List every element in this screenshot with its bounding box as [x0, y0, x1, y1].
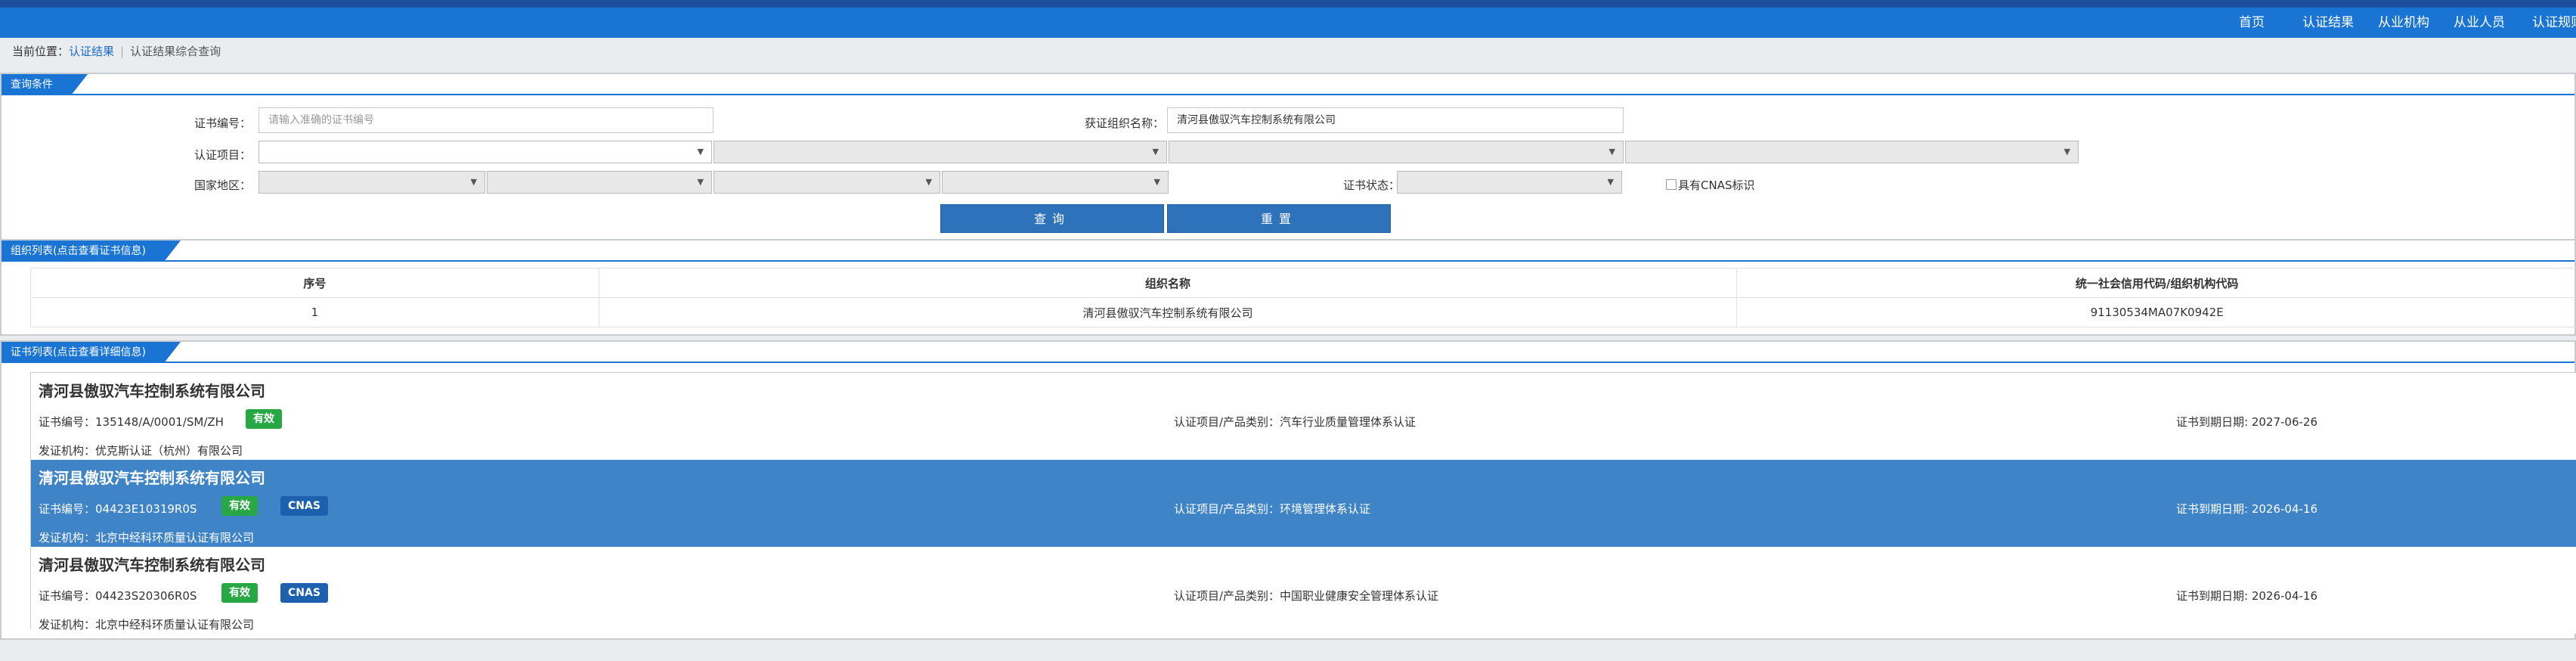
query-tag: 查询条件: [2, 74, 88, 95]
org-table: 序号 组织名称 统一社会信用代码/组织机构代码 1 清河县傲驭汽车控制系统有限公…: [30, 268, 2576, 327]
top-navbar: 首页 认证结果 从业机构 从业人员 认证规则: [0, 8, 2576, 38]
status-label: 证书状态：: [1342, 178, 1400, 192]
nav-cert-rules[interactable]: 认证规则: [2532, 8, 2576, 38]
cert-expiry: 证书到期日期: 2026-04-16: [2176, 502, 2317, 516]
query-button[interactable]: 查询: [940, 204, 1164, 233]
reset-button[interactable]: 重置: [1167, 204, 1391, 233]
breadcrumb-link[interactable]: 认证结果: [69, 45, 114, 58]
cert-org-name: 清河县傲驭汽车控制系统有限公司: [39, 469, 265, 487]
org-table-header: 序号 组织名称 统一社会信用代码/组织机构代码: [30, 268, 2576, 298]
cnas-badge: CNAS: [280, 583, 328, 603]
cnas-badge: CNAS: [280, 496, 328, 516]
cert-list-panel: 证书列表(点击查看详细信息) 清河县傲驭汽车控制系统有限公司 证书编号：1351…: [0, 340, 2576, 640]
region-select-2[interactable]: ▼: [487, 171, 712, 194]
chevron-down-icon: ▼: [697, 177, 704, 187]
chevron-down-icon: ▼: [1608, 147, 1615, 157]
region-label: 国家地区：: [194, 178, 251, 192]
cert-no-label: 证书编号：: [194, 116, 251, 130]
chevron-down-icon: ▼: [2064, 147, 2070, 157]
checkbox-icon: [1666, 179, 1677, 190]
breadcrumb: 当前位置：认证结果 | 认证结果综合查询: [12, 43, 221, 59]
org-list-panel: 组织列表(点击查看证书信息) 序号 组织名称 统一社会信用代码/组织机构代码 1…: [0, 239, 2576, 336]
nav-cert-results[interactable]: 认证结果: [2302, 8, 2354, 38]
cert-item[interactable]: 清河县傲驭汽车控制系统有限公司 证书编号：04423S20306R0S 有效 C…: [31, 547, 2576, 634]
org-list-tag: 组织列表(点击查看证书信息): [2, 241, 181, 262]
chevron-down-icon: ▼: [925, 177, 932, 187]
cert-project: 认证项目/产品类别：中国职业健康安全管理体系认证: [1174, 589, 1439, 603]
region-select-1[interactable]: ▼: [259, 171, 485, 194]
cert-list-tag: 证书列表(点击查看详细信息): [2, 342, 181, 363]
cert-expiry: 证书到期日期: 2027-06-26: [2176, 415, 2317, 429]
top-banner-strip: [0, 0, 2576, 8]
chevron-down-icon: ▼: [470, 177, 477, 187]
breadcrumb-current: 认证结果综合查询: [130, 45, 221, 58]
cert-project: 认证项目/产品类别：环境管理体系认证: [1174, 502, 1371, 516]
table-row[interactable]: 1 清河县傲驭汽车控制系统有限公司 91130534MA07K0942E: [30, 297, 2576, 327]
project-label: 认证项目：: [194, 148, 251, 162]
cert-org-name: 清河县傲驭汽车控制系统有限公司: [39, 382, 265, 400]
nav-home[interactable]: 首页: [2239, 8, 2265, 38]
cert-org-name: 清河县傲驭汽车控制系统有限公司: [39, 556, 265, 574]
org-list-tag-underline: [2, 260, 2574, 262]
cnas-checkbox-label: 具有CNAS标识: [1678, 178, 1755, 192]
row-credit-code: 91130534MA07K0942E: [1736, 297, 2576, 327]
query-tag-underline: [2, 94, 2574, 95]
breadcrumb-separator: |: [120, 45, 125, 58]
cert-number: 证书编号：135148/A/0001/SM/ZH: [39, 415, 224, 429]
cert-list-tag-underline: [2, 362, 2574, 363]
cert-number: 证书编号：04423S20306R0S: [39, 589, 197, 603]
org-name-input[interactable]: 清河县傲驭汽车控制系统有限公司: [1167, 107, 1624, 133]
status-select[interactable]: ▼: [1397, 171, 1622, 194]
cert-issuer: 发证机构：北京中经科环质量认证有限公司: [39, 618, 255, 632]
column-header-index: 序号: [30, 268, 599, 298]
status-badge: 有效: [221, 583, 258, 603]
column-header-credit-code: 统一社会信用代码/组织机构代码: [1736, 268, 2576, 298]
chevron-down-icon: ▼: [1607, 177, 1614, 187]
chevron-down-icon: ▼: [1153, 177, 1160, 187]
cert-project: 认证项目/产品类别：汽车行业质量管理体系认证: [1174, 415, 1416, 429]
status-badge: 有效: [246, 409, 282, 429]
project-select-2[interactable]: ▼: [714, 141, 1167, 163]
row-org-name: 清河县傲驭汽车控制系统有限公司: [598, 297, 1738, 327]
cert-item[interactable]: 清河县傲驭汽车控制系统有限公司 证书编号：135148/A/0001/SM/ZH…: [31, 373, 2576, 460]
cert-issuer: 发证机构：北京中经科环质量认证有限公司: [39, 531, 255, 545]
nav-personnel[interactable]: 从业人员: [2454, 8, 2505, 38]
cert-item[interactable]: 清河县傲驭汽车控制系统有限公司 证书编号：04423E10319R0S 有效 C…: [31, 460, 2576, 547]
cert-list: 清河县傲驭汽车控制系统有限公司 证书编号：135148/A/0001/SM/ZH…: [30, 372, 2576, 634]
cert-expiry: 证书到期日期: 2026-04-16: [2176, 589, 2317, 603]
breadcrumb-prefix: 当前位置：: [12, 45, 70, 58]
row-index: 1: [30, 297, 599, 327]
cert-no-input[interactable]: 请输入准确的证书编号: [259, 107, 714, 133]
column-header-org-name: 组织名称: [598, 268, 1738, 298]
project-select-3[interactable]: ▼: [1169, 141, 1624, 163]
cert-issuer: 发证机构：优克斯认证（杭州）有限公司: [39, 444, 243, 458]
chevron-down-icon: ▼: [1152, 147, 1159, 157]
cert-number: 证书编号：04423E10319R0S: [39, 502, 197, 516]
chevron-down-icon: ▼: [697, 147, 704, 157]
region-select-4[interactable]: ▼: [942, 171, 1169, 194]
org-name-label: 获证组织名称：: [1084, 116, 1164, 130]
nav-institutions[interactable]: 从业机构: [2378, 8, 2429, 38]
project-select-1[interactable]: ▼: [259, 141, 712, 163]
status-badge: 有效: [221, 496, 258, 516]
project-select-4[interactable]: ▼: [1625, 141, 2079, 163]
query-panel: 查询条件 证书编号： 请输入准确的证书编号 获证组织名称： 清河县傲驭汽车控制系…: [0, 73, 2576, 241]
region-select-3[interactable]: ▼: [714, 171, 940, 194]
cnas-checkbox[interactable]: 具有CNAS标识: [1666, 177, 1754, 193]
